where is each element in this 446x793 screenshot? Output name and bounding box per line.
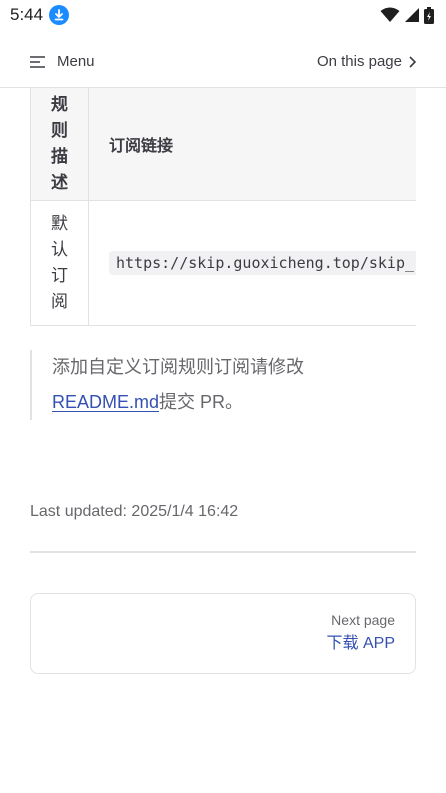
subscription-table[interactable]: 规则描述 订阅链接 默认订阅 https://skip.guoxicheng.t…: [30, 88, 416, 326]
chevron-right-icon: [409, 55, 416, 68]
footer-divider: [30, 551, 416, 553]
header-subscription-link: 订阅链接: [109, 138, 174, 155]
table-header-row: 规则描述 订阅链接: [31, 88, 416, 201]
last-updated-label: Last updated:: [30, 503, 127, 520]
signal-icon: [405, 8, 419, 22]
table-row: 默认订阅 https://skip.guoxicheng.top/skip_: [31, 201, 416, 326]
readme-link[interactable]: README.md: [52, 392, 159, 412]
menu-label: Menu: [57, 53, 95, 70]
subscription-url-code[interactable]: https://skip.guoxicheng.top/skip_: [109, 251, 416, 275]
battery-icon: [424, 6, 434, 24]
status-bar: 5:44: [0, 0, 446, 30]
next-page-link[interactable]: Next page 下载 APP: [30, 593, 416, 674]
menu-button[interactable]: Menu: [30, 53, 95, 70]
next-page-label: Next page: [331, 612, 395, 628]
hamburger-menu-icon: [30, 55, 45, 68]
on-this-page-label: On this page: [316, 53, 402, 70]
doc-nav-bar: Menu On this page: [0, 36, 446, 88]
last-updated: Last updated: 2025/1/4 16:42: [30, 503, 238, 521]
download-notification-icon: [49, 5, 70, 25]
row-description-cell: 默认订阅: [51, 214, 68, 311]
tip-suffix: 提交 PR。: [159, 392, 244, 412]
last-updated-value: 2025/1/4 16:42: [131, 503, 239, 520]
custom-subscription-tip: 添加自定义订阅规则订阅请修改 README.md提交 PR。: [30, 350, 416, 420]
header-rule-description: 规则描述: [51, 95, 68, 192]
tip-prefix: 添加自定义订阅规则订阅请修改: [52, 357, 304, 377]
on-this-page-button[interactable]: On this page: [317, 53, 416, 70]
status-time: 5:44: [10, 5, 44, 24]
next-page-title: 下载 APP: [326, 635, 395, 652]
wifi-icon: [380, 7, 400, 22]
